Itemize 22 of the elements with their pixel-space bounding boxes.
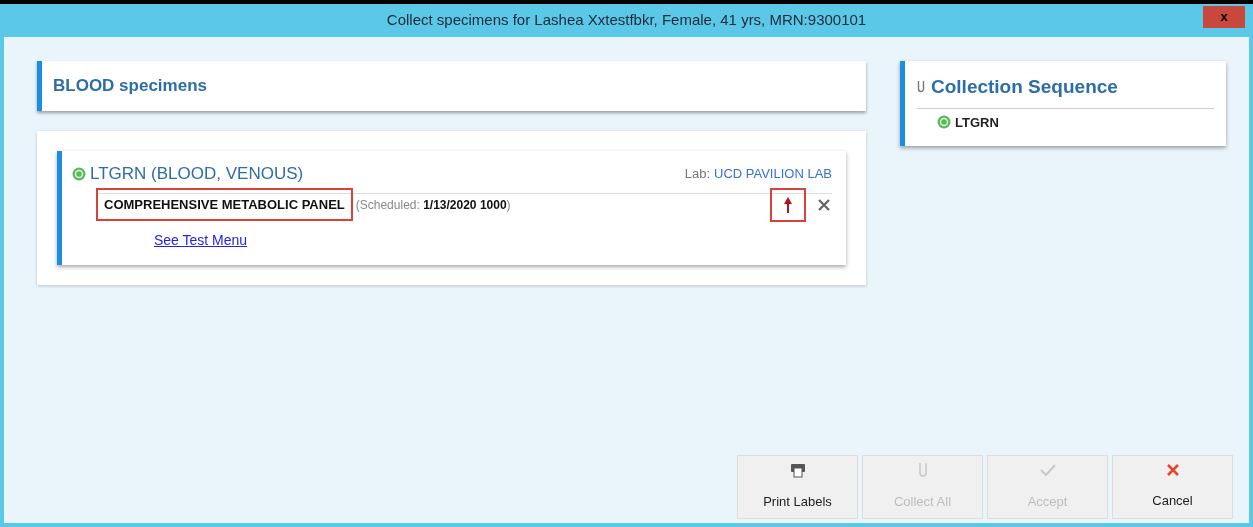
printer-icon: [789, 462, 806, 479]
test-tube-icon: [917, 462, 928, 479]
close-button[interactable]: x: [1203, 6, 1245, 28]
remove-button[interactable]: [816, 196, 832, 213]
check-icon: [1038, 462, 1057, 479]
sequence-title: Collection Sequence: [931, 75, 1118, 99]
sequence-item: LTGRN: [955, 113, 999, 132]
lab-name: UCD PAVILION LAB: [714, 165, 832, 183]
section-title: BLOOD specimens: [53, 75, 207, 98]
footer-button[interactable]: Cancel: [1112, 455, 1233, 519]
see-test-menu-link[interactable]: See Test Menu: [154, 229, 248, 251]
priority-button[interactable]: [770, 187, 806, 222]
footer-button[interactable]: Print Labels: [737, 455, 858, 519]
container-name: LTGRN (BLOOD, VENOUS): [90, 163, 304, 185]
scheduled-text: (Scheduled: 1/13/2020 1000): [355, 196, 511, 214]
close-icon: [818, 198, 830, 211]
lab-label: Lab:: [684, 165, 710, 183]
test-name: COMPREHENSIVE METABOLIC PANEL: [96, 187, 353, 222]
close-icon: [1165, 463, 1180, 478]
up-arrow-icon: [783, 195, 793, 214]
window-title: Collect specimens for Lashea Xxtestfbkr, Female, 41 yrs, MRN:9300101: [386, 10, 867, 31]
test-tube-icon: [917, 80, 925, 95]
